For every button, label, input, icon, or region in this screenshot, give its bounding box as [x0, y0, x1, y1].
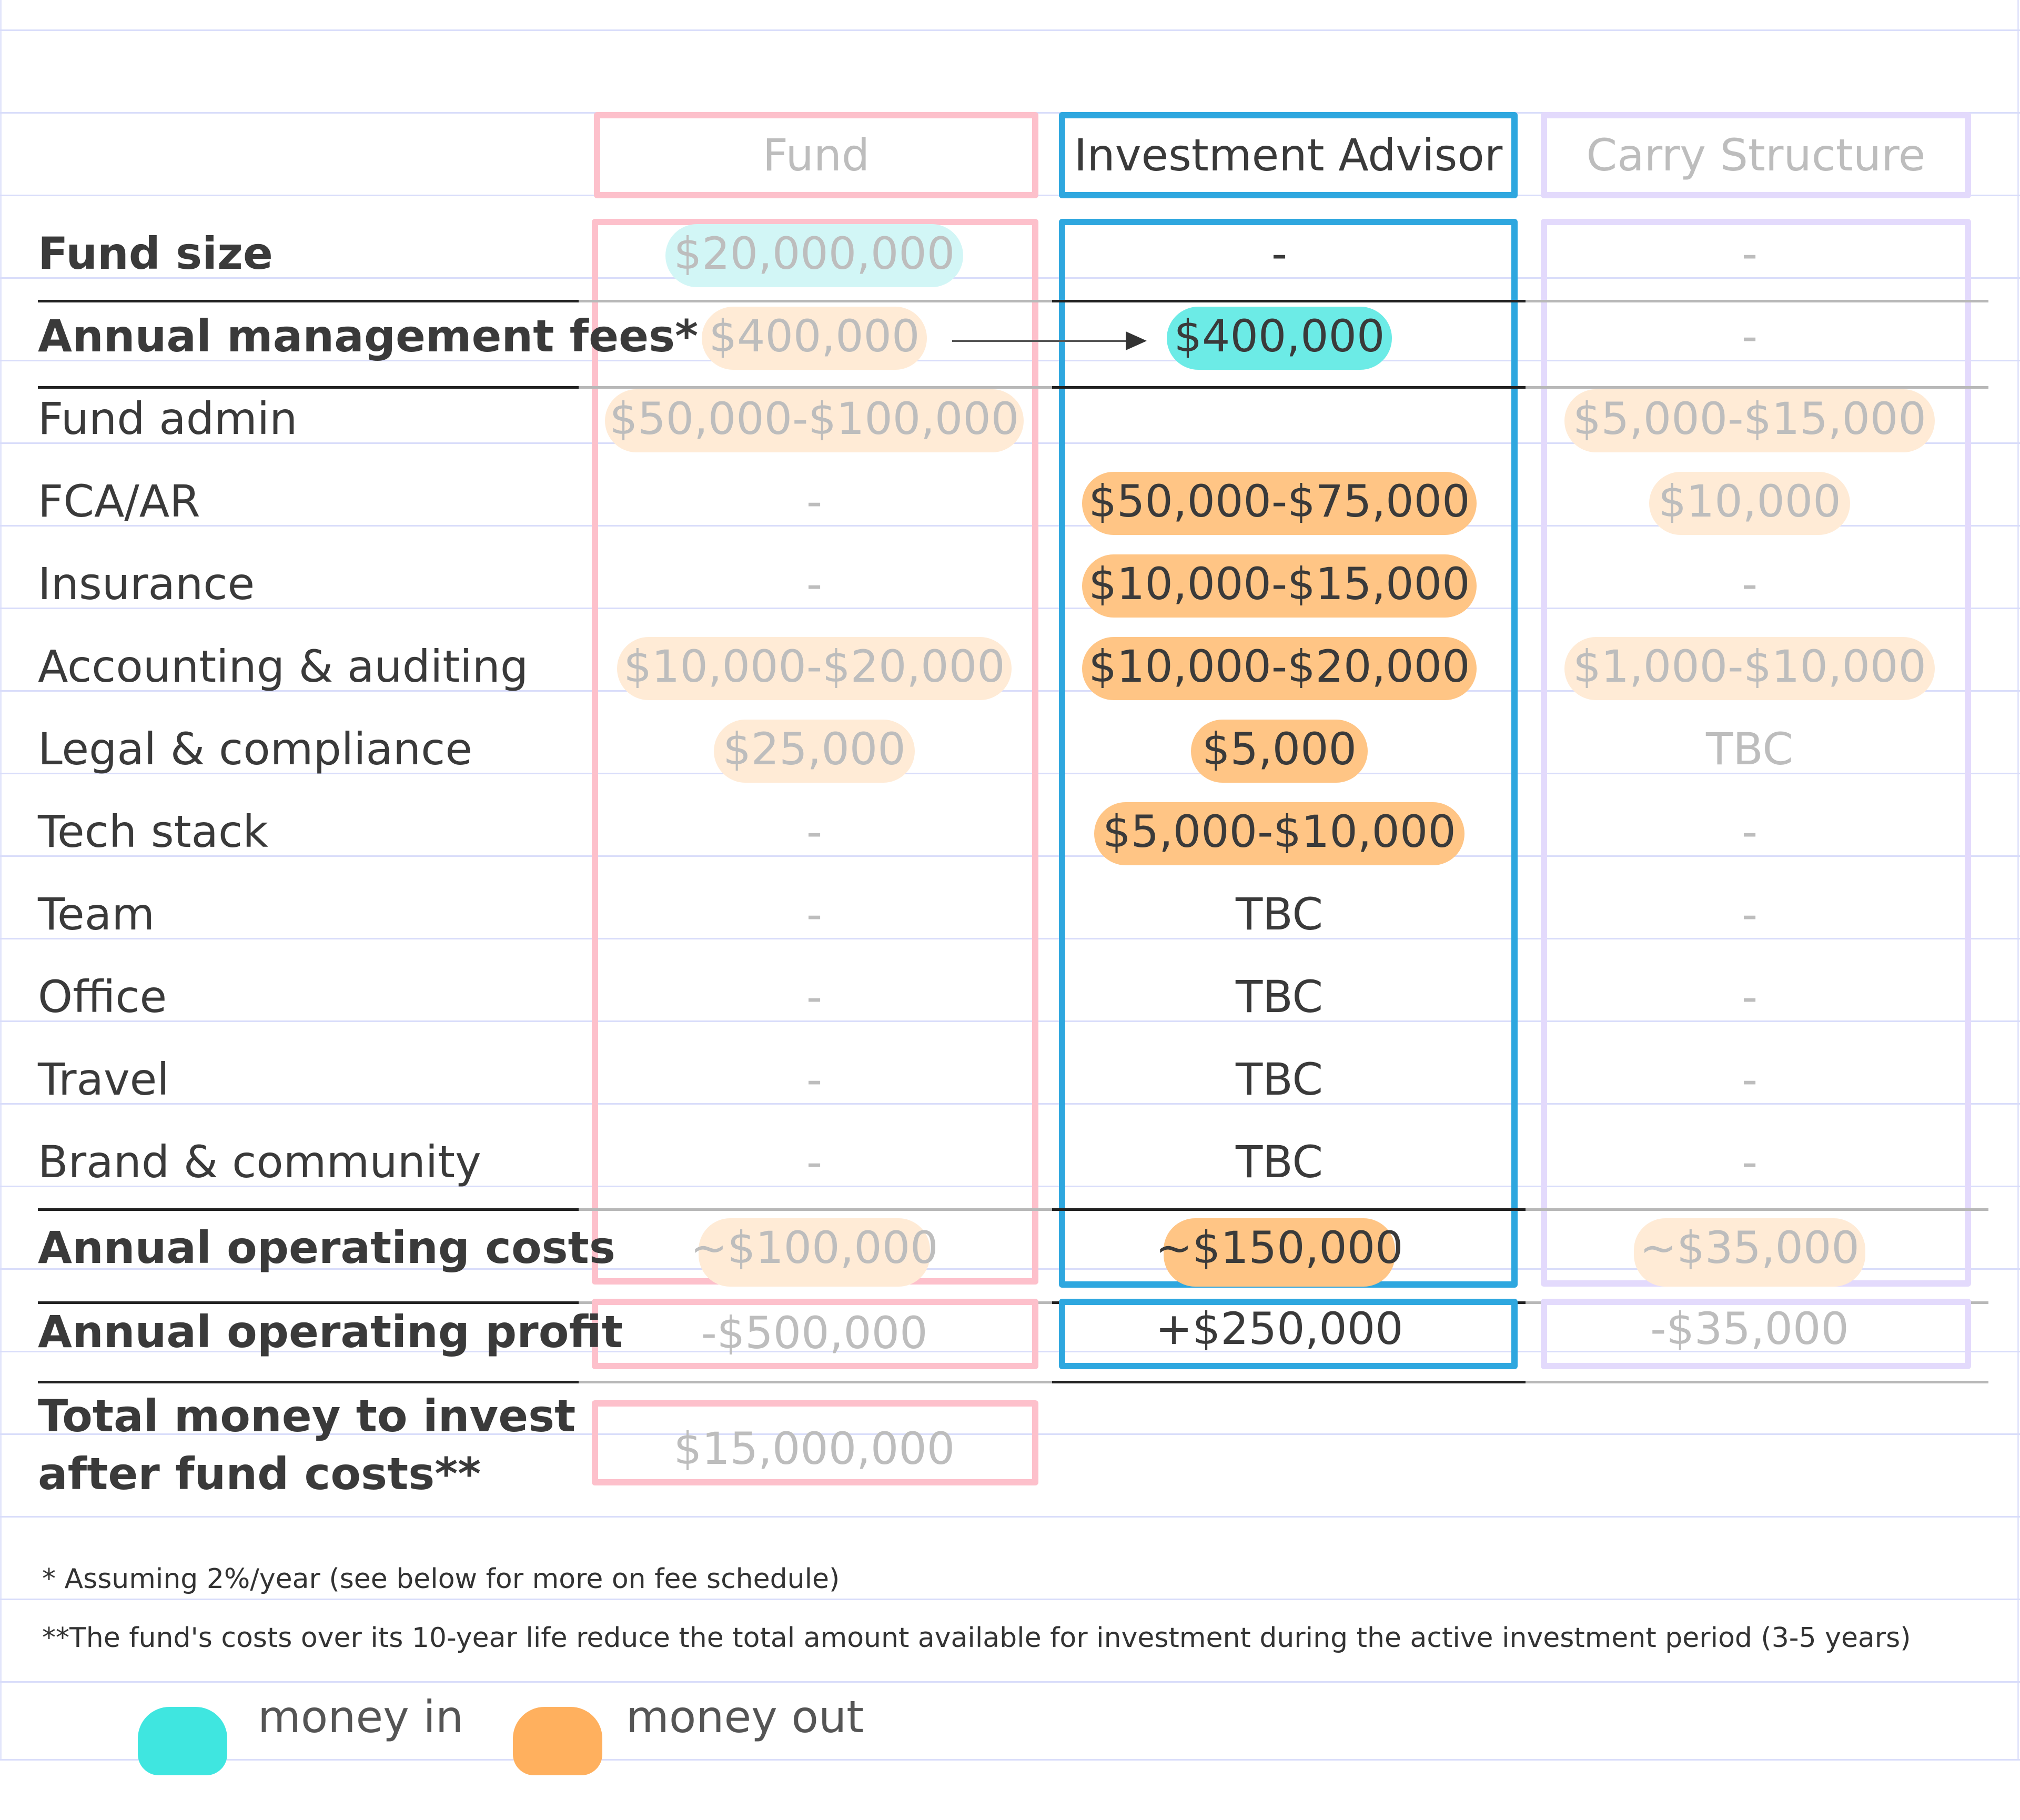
ia-cell: $50,000-$75,000	[1088, 476, 1470, 527]
separator-line	[38, 300, 580, 302]
separator-line	[1526, 1381, 1988, 1383]
fund-cell: $25,000	[723, 723, 906, 775]
separator-line	[38, 1208, 580, 1211]
fund-cell: -	[806, 1054, 823, 1105]
money-out-label: money out	[626, 1691, 864, 1743]
carry-cell: -	[1741, 888, 1758, 940]
ia-cell: TBC	[1235, 971, 1324, 1023]
carry-cell: -	[1741, 1136, 1758, 1188]
ia-cell: $5,000-$10,000	[1103, 806, 1456, 857]
footnote-fund-costs: **The fund's costs over its 10-year life…	[42, 1622, 1911, 1654]
fund-operating-costs-value: ~$100,000	[690, 1222, 938, 1273]
separator-line	[1052, 300, 1526, 302]
fund-cell: -	[806, 971, 823, 1023]
investment-advisor-header-label: Investment Advisor	[1074, 129, 1503, 181]
fund-column-header: Fund	[594, 112, 1038, 198]
ia-cell: TBC	[1235, 1054, 1324, 1105]
carry-cell: -	[1741, 228, 1758, 279]
ruled-line	[0, 1599, 2020, 1600]
fund-header-label: Fund	[762, 129, 870, 181]
ia-cell: -	[1271, 228, 1288, 279]
row-label-total-money-line2: after fund costs**	[38, 1448, 481, 1500]
separator-line	[1526, 300, 1988, 302]
row-label: Annual management fees*	[38, 310, 699, 362]
carry-cell: $1,000-$10,000	[1573, 641, 1926, 692]
fund-total-to-invest-value: $15,000,000	[673, 1423, 955, 1474]
row-label: Travel	[38, 1054, 169, 1105]
separator-line	[579, 300, 1052, 302]
row-label-annual-operating-profit: Annual operating profit	[38, 1306, 623, 1358]
footnote-management-fee: * Assuming 2%/year (see below for more o…	[42, 1563, 840, 1595]
fund-cell: $20,000,000	[673, 228, 955, 279]
carry-cell: -	[1741, 971, 1758, 1023]
separator-line	[38, 1381, 580, 1383]
ia-cell: $5,000	[1202, 723, 1357, 775]
fund-cell: $50,000-$100,000	[609, 393, 1019, 444]
carry-structure-column-header: Carry Structure	[1541, 112, 1971, 198]
ia-cell: TBC	[1235, 888, 1324, 940]
advisor-operating-profit-value: +$250,000	[1155, 1303, 1403, 1354]
carry-cell: -	[1741, 1054, 1758, 1105]
fund-cell: -	[806, 558, 823, 610]
carry-cell: $5,000-$15,000	[1573, 393, 1926, 444]
row-label: Fund size	[38, 228, 273, 279]
row-label: Brand & community	[38, 1136, 481, 1188]
ruled-line	[0, 1759, 2020, 1761]
separator-line	[579, 1381, 1052, 1383]
fund-cell: -	[806, 1136, 823, 1188]
separator-line	[1052, 1208, 1526, 1211]
ia-cell: $400,000	[1174, 310, 1385, 362]
separator-line	[38, 386, 580, 389]
ruled-line	[0, 1681, 2020, 1683]
row-label-total-money-line1: Total money to invest	[38, 1390, 576, 1442]
row-label: Legal & compliance	[38, 723, 473, 775]
fee-flow-arrow-head-icon	[1126, 331, 1147, 350]
money-out-swatch-icon	[513, 1707, 602, 1775]
ruled-line	[0, 29, 2020, 31]
ia-cell: $10,000-$15,000	[1088, 558, 1470, 610]
fund-cell: $400,000	[709, 310, 920, 362]
separator-line	[579, 386, 1052, 389]
separator-line	[1052, 1381, 1526, 1383]
fund-cell: -	[806, 888, 823, 940]
separator-line	[579, 1208, 1052, 1211]
carry-cell: -	[1741, 310, 1758, 362]
row-label: Team	[38, 888, 155, 940]
carry-operating-costs-value: ~$35,000	[1640, 1222, 1860, 1273]
row-label: Tech stack	[38, 806, 268, 857]
carry-cell: -	[1741, 806, 1758, 857]
separator-line	[1526, 1208, 1988, 1211]
carry-structure-header-label: Carry Structure	[1586, 129, 1926, 181]
row-label: Insurance	[38, 558, 255, 610]
money-in-label: money in	[258, 1691, 464, 1743]
carry-cell: TBC	[1705, 723, 1794, 775]
row-label: FCA/AR	[38, 476, 200, 527]
carry-operating-profit-value: -$35,000	[1650, 1303, 1849, 1354]
carry-cell: $10,000	[1658, 476, 1841, 527]
separator-line	[38, 1301, 580, 1304]
separator-line	[1052, 386, 1526, 389]
fund-operating-profit-value: -$500,000	[701, 1307, 928, 1359]
row-label: Office	[38, 971, 167, 1023]
investment-advisor-column-header: Investment Advisor	[1059, 112, 1518, 198]
separator-line	[1526, 386, 1988, 389]
carry-cell: -	[1741, 558, 1758, 610]
ia-cell: $10,000-$20,000	[1088, 641, 1470, 692]
advisor-operating-costs-value: ~$150,000	[1155, 1222, 1403, 1273]
fund-cell: -	[806, 806, 823, 857]
fee-flow-arrow-line	[952, 340, 1131, 342]
money-in-swatch-icon	[138, 1707, 227, 1775]
row-label-annual-operating-costs: Annual operating costs	[38, 1222, 615, 1273]
ruled-line	[0, 1516, 2020, 1518]
ia-cell: TBC	[1235, 1136, 1324, 1188]
fund-cell: $10,000-$20,000	[623, 641, 1005, 692]
row-label: Fund admin	[38, 393, 298, 444]
fund-cell: -	[806, 476, 823, 527]
row-label: Accounting & auditing	[38, 641, 529, 692]
